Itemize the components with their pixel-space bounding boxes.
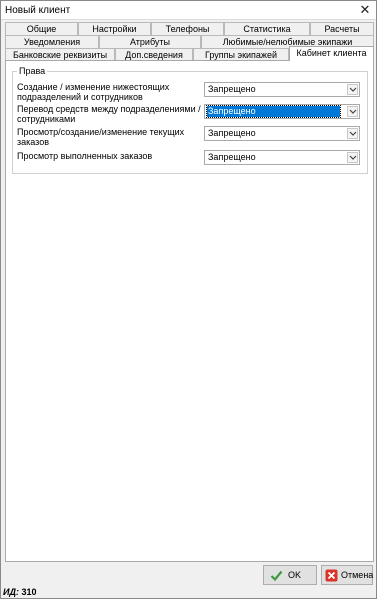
check-icon [270, 569, 283, 582]
right-label-current-orders: Просмотр/создание/изменение текущих зака… [17, 127, 185, 147]
tab-payments[interactable]: Расчеты [310, 22, 374, 35]
rights-group: Права Создание / изменение нижестоящих п… [12, 66, 368, 174]
tab-statistics[interactable]: Статистика [224, 22, 310, 35]
right-select-value: Запрещено [208, 152, 256, 162]
ok-label: OK [288, 570, 302, 580]
chevron-down-icon[interactable] [347, 152, 358, 163]
id-value: 310 [21, 587, 37, 597]
tab-settings[interactable]: Настройки [78, 22, 151, 35]
right-select-value: Запрещено [208, 128, 256, 138]
right-select-completed-orders[interactable]: Запрещено [204, 150, 360, 165]
tab-attributes[interactable]: Атрибуты [99, 35, 201, 48]
tab-notifications[interactable]: Уведомления [5, 35, 99, 48]
right-label-transfer: Перевод средств между подразделениями / … [17, 104, 201, 124]
tab-client-cabinet[interactable]: Кабинет клиента [289, 46, 374, 61]
chevron-down-icon[interactable] [347, 106, 358, 117]
right-label-completed-orders: Просмотр выполненных заказов [17, 151, 153, 161]
right-select-current-orders[interactable]: Запрещено [204, 126, 360, 141]
tab-general[interactable]: Общие [5, 22, 78, 35]
dialog-buttons: OK Отмена [1, 562, 376, 586]
status-bar: ИД: 310 [1, 586, 376, 599]
window-title: Новый клиент [5, 5, 71, 16]
ok-button[interactable]: OK [263, 565, 317, 585]
title-bar: Новый клиент ✕ [1, 1, 376, 20]
right-select-value: Запрещено [206, 105, 341, 118]
right-select-value: Запрещено [208, 84, 256, 94]
tab-strip: Общие Настройки Телефоны Статистика Расч… [5, 22, 374, 62]
rights-legend: Права [17, 66, 48, 76]
close-icon[interactable]: ✕ [358, 3, 372, 17]
id-label: ИД: [3, 587, 19, 597]
cancel-label: Отмена [341, 570, 374, 580]
cancel-button[interactable]: Отмена [321, 565, 373, 585]
tab-phones[interactable]: Телефоны [151, 22, 224, 35]
chevron-down-icon[interactable] [347, 128, 358, 139]
right-select-subdivisions[interactable]: Запрещено [204, 82, 360, 97]
cancel-x-icon [325, 569, 338, 582]
chevron-down-icon[interactable] [347, 84, 358, 95]
client-cabinet-panel: Права Создание / изменение нижестоящих п… [5, 60, 374, 562]
client-window: Новый клиент ✕ Общие Настройки Телефоны … [0, 0, 377, 599]
right-select-transfer[interactable]: Запрещено [204, 104, 360, 119]
right-label-subdivisions: Создание / изменение нижестоящих подразд… [17, 82, 170, 102]
